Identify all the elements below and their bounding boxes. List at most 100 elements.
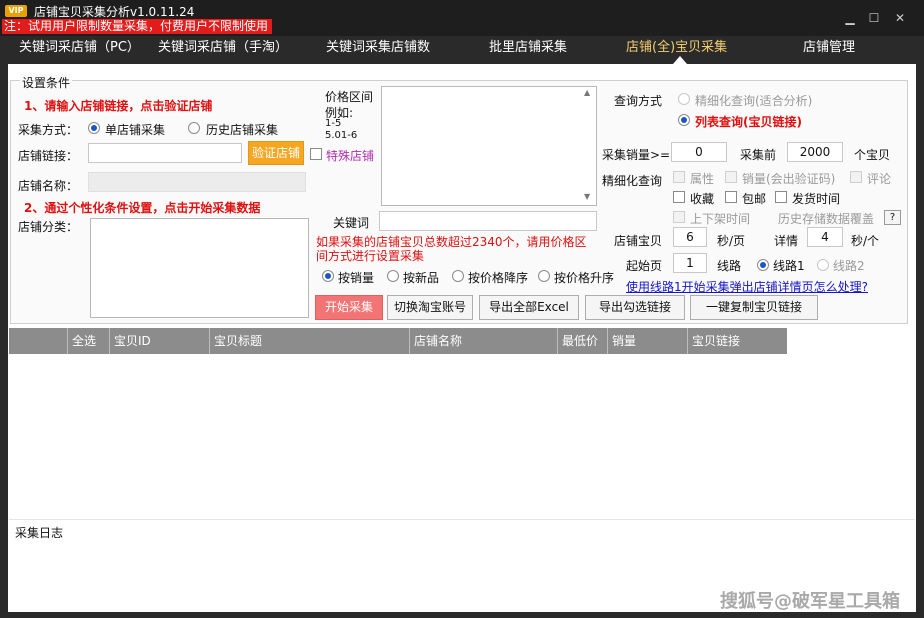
shop-name-label: 店铺名称： <box>18 179 79 193</box>
opt-comment-label[interactable]: 评论 <box>867 170 891 187</box>
route-2-radio[interactable] <box>817 259 829 271</box>
mode-single-radio[interactable] <box>88 122 100 134</box>
tab-keyword-shop-pc[interactable]: 关键词采店铺（PC） <box>19 36 140 64</box>
opt-attr-label[interactable]: 属性 <box>690 170 714 187</box>
items-unit-label: 个宝贝 <box>854 148 891 162</box>
scroll-up-icon[interactable]: ▲ <box>584 88 590 97</box>
tab-keyword-shop-count[interactable]: 关键词采集店铺数 <box>326 36 430 64</box>
switch-account-button[interactable]: 切换淘宝账号 <box>387 295 473 320</box>
opt-shiptime-checkbox[interactable] <box>775 191 787 203</box>
per-item-unit: 秒/个 <box>851 234 880 248</box>
app-title: 店铺宝贝采集分析v1.0.11.24 <box>34 5 195 19</box>
step2-hint: 2、通过个性化条件设置，点击开始采集数据 <box>24 201 261 215</box>
sort-sales-radio[interactable] <box>322 270 334 282</box>
close-icon[interactable]: ✕ <box>892 10 908 26</box>
opt-listing-checkbox[interactable] <box>673 211 685 223</box>
col-index <box>9 328 67 354</box>
sort-new-radio[interactable] <box>387 270 399 282</box>
price-example-2: 5.01-6 <box>325 130 358 141</box>
start-page-input[interactable]: 1 <box>673 253 707 273</box>
left-frame <box>0 64 8 618</box>
tab-keyword-shop-mobile[interactable]: 关键词采店铺（手淘） <box>158 36 288 64</box>
scroll-down-icon[interactable]: ▼ <box>584 192 590 201</box>
special-shop-checkbox[interactable] <box>310 148 322 160</box>
opt-sales-checkbox[interactable] <box>725 171 737 183</box>
collect-top-input[interactable]: 2000 <box>787 142 843 162</box>
route-label: 线路 <box>717 259 742 273</box>
start-page-label: 起始页 <box>626 259 663 273</box>
price-range-input[interactable] <box>381 86 597 206</box>
col-min-price[interactable]: 最低价 <box>557 328 607 354</box>
settings-legend: 设置条件 <box>20 74 73 91</box>
opt-attr-checkbox[interactable] <box>673 171 685 183</box>
minimize-icon[interactable]: ▁ <box>842 10 858 26</box>
mode-history-label[interactable]: 历史店铺采集 <box>206 121 278 138</box>
route-1-label[interactable]: 线路1 <box>773 257 805 274</box>
step1-hint: 1、请输入店铺链接，点击验证店铺 <box>24 99 213 113</box>
tab-batch-shop[interactable]: 批里店铺采集 <box>489 36 567 64</box>
col-item-title[interactable]: 宝贝标题 <box>209 328 409 354</box>
query-list-radio[interactable] <box>678 114 690 126</box>
opt-favorite-label[interactable]: 收藏 <box>690 190 714 207</box>
price-example-1: 1-5 <box>325 118 342 129</box>
query-list-label[interactable]: 列表查询(宝贝链接) <box>695 113 802 130</box>
help-button[interactable]: ? <box>884 210 901 225</box>
collect-top-label: 采集前 <box>740 148 777 162</box>
category-label: 店铺分类： <box>18 220 79 234</box>
sales-gte-label: 采集销量>= <box>602 148 671 162</box>
results-table-header: 全选 宝贝ID 宝贝标题 店铺名称 最低价 销量 宝贝链接 <box>9 328 787 354</box>
category-list[interactable] <box>90 218 309 318</box>
route-help-link[interactable]: 使用线路1开始采集弹出店铺详情页怎么处理? <box>626 278 868 295</box>
log-divider <box>9 519 915 520</box>
shop-item-label: 店铺宝贝 <box>614 234 663 248</box>
sort-price-asc-radio[interactable] <box>538 270 550 282</box>
col-item-id[interactable]: 宝贝ID <box>109 328 209 354</box>
detail-interval-input[interactable]: 4 <box>807 227 843 247</box>
col-shop-name[interactable]: 店铺名称 <box>409 328 557 354</box>
opt-listing-label[interactable]: 上下架时间 <box>690 210 750 227</box>
sort-price-desc-radio[interactable] <box>452 270 464 282</box>
export-all-button[interactable]: 导出全部Excel <box>479 295 579 320</box>
detail-label: 详情 <box>774 234 799 248</box>
route-1-radio[interactable] <box>757 259 769 271</box>
active-tab-indicator <box>673 56 687 64</box>
history-cover-label: 历史存储数据覆盖 <box>778 212 875 226</box>
sales-gte-input[interactable]: 0 <box>671 142 727 162</box>
opt-freeship-checkbox[interactable] <box>725 191 737 203</box>
opt-shiptime-label[interactable]: 发货时间 <box>792 190 840 207</box>
keyword-input[interactable] <box>379 211 597 231</box>
sort-price-asc-label[interactable]: 按价格升序 <box>554 269 614 286</box>
special-shop-label[interactable]: 特殊店铺 <box>326 147 374 164</box>
col-item-link[interactable]: 宝贝链接 <box>687 328 787 354</box>
route-2-label[interactable]: 线路2 <box>833 257 865 274</box>
per-page-unit: 秒/页 <box>717 234 746 248</box>
opt-freeship-label[interactable]: 包邮 <box>742 190 766 207</box>
sort-new-label[interactable]: 按新品 <box>403 269 439 286</box>
verify-shop-button[interactable]: 验证店铺 <box>248 141 304 165</box>
price-range-label: 价格区间 <box>325 90 374 104</box>
main-tabs: 关键词采店铺（PC） 关键词采店铺（手淘） 关键词采集店铺数 批里店铺采集 店铺… <box>0 36 924 64</box>
sort-price-desc-label[interactable]: 按价格降序 <box>468 269 528 286</box>
col-select-all[interactable]: 全选 <box>67 328 109 354</box>
sort-sales-label[interactable]: 按销量 <box>338 269 374 286</box>
export-checked-button[interactable]: 导出勾选链接 <box>585 295 685 320</box>
query-mode-label: 查询方式 <box>614 94 663 108</box>
warning-text: 如果采集的店铺宝贝总数超过2340个，请用价格区间方式进行设置采集 <box>316 235 587 263</box>
col-sales[interactable]: 销量 <box>607 328 687 354</box>
mode-single-label[interactable]: 单店铺采集 <box>105 121 165 138</box>
copy-links-button[interactable]: 一键复制宝贝链接 <box>690 295 818 320</box>
opt-favorite-checkbox[interactable] <box>673 191 685 203</box>
query-fine-label[interactable]: 精细化查询(适合分析) <box>695 92 812 109</box>
maximize-icon[interactable]: ☐ <box>866 10 882 26</box>
mode-history-radio[interactable] <box>188 122 200 134</box>
shop-name-field <box>88 172 306 192</box>
opt-sales-label[interactable]: 销量(会出验证码) <box>742 170 835 187</box>
start-collect-button[interactable]: 开始采集 <box>315 295 383 320</box>
query-fine-radio[interactable] <box>678 93 690 105</box>
fine-query-label: 精细化查询 <box>602 174 663 188</box>
watermark: 搜狐号@破军星工具箱 <box>720 591 900 612</box>
opt-comment-checkbox[interactable] <box>850 171 862 183</box>
shop-link-input[interactable] <box>88 143 242 163</box>
shop-item-interval-input[interactable]: 6 <box>673 227 707 247</box>
tab-shop-manage[interactable]: 店铺管理 <box>803 36 855 64</box>
